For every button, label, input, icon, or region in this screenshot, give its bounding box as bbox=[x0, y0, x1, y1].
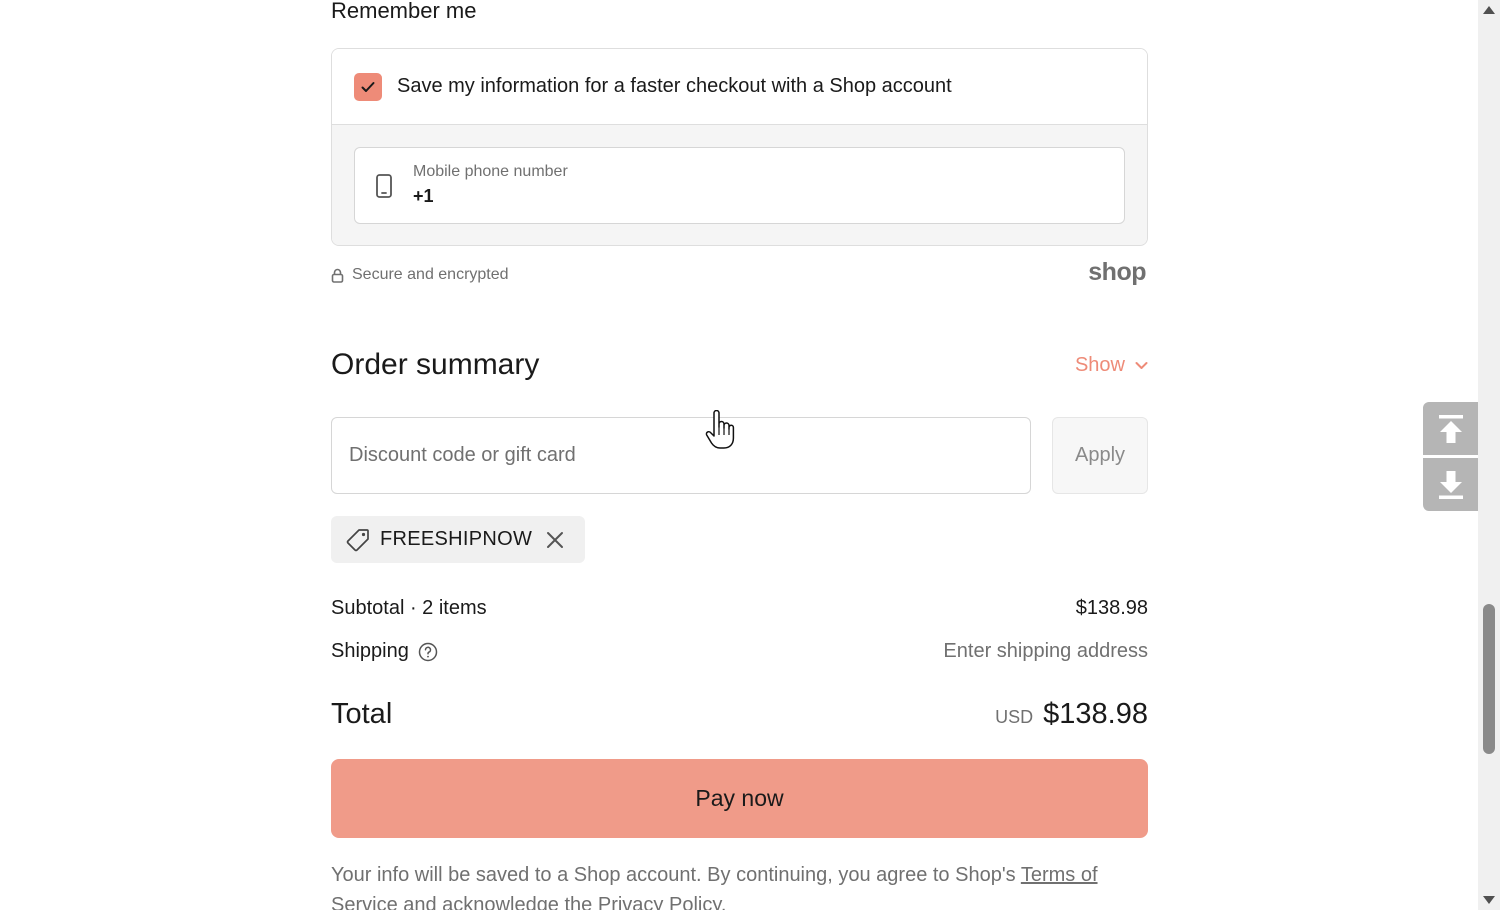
shipping-label: Shipping bbox=[331, 640, 409, 662]
hand-cursor-icon bbox=[705, 410, 735, 449]
total-label: Total bbox=[331, 698, 393, 730]
order-summary-title: Order summary bbox=[331, 348, 540, 381]
applied-discount-tag: FREESHIPNOW bbox=[331, 516, 585, 563]
pay-now-button[interactable]: Pay now bbox=[331, 759, 1148, 838]
phone-section: Mobile phone number +1 bbox=[332, 125, 1147, 245]
secure-notice: Secure and encrypted bbox=[331, 266, 509, 284]
scroll-up-arrow[interactable] bbox=[1483, 6, 1495, 14]
scroll-to-bottom-button[interactable] bbox=[1423, 458, 1478, 511]
mobile-phone-input[interactable]: +1 bbox=[413, 182, 568, 210]
help-circle-icon[interactable] bbox=[418, 642, 438, 662]
apply-discount-button[interactable]: Apply bbox=[1052, 417, 1148, 494]
remember-me-heading: Remember me bbox=[331, 0, 477, 23]
subtotal-row: Subtotal · 2 items $138.98 bbox=[331, 597, 1148, 620]
scroll-helper-buttons bbox=[1423, 402, 1478, 511]
subtotal-label: Subtotal · 2 items bbox=[331, 597, 487, 619]
order-summary-toggle[interactable]: Show bbox=[1075, 354, 1148, 377]
phone-icon bbox=[376, 173, 392, 198]
scrollbar-thumb[interactable] bbox=[1483, 604, 1495, 754]
save-info-label: Save my information for a faster checkou… bbox=[397, 75, 952, 97]
scroll-to-top-button[interactable] bbox=[1423, 402, 1478, 455]
arrow-up-to-line-icon bbox=[1438, 414, 1463, 443]
save-info-row[interactable]: Save my information for a faster checkou… bbox=[332, 49, 1147, 125]
secure-text: Secure and encrypted bbox=[352, 266, 509, 283]
scroll-down-arrow[interactable] bbox=[1483, 896, 1495, 904]
legal-text-after: . bbox=[720, 894, 727, 910]
legal-text-middle: and acknowledge the bbox=[397, 894, 598, 910]
save-info-checkbox[interactable] bbox=[354, 72, 382, 101]
arrow-down-to-line-icon bbox=[1438, 470, 1463, 499]
subtotal-value: $138.98 bbox=[1075, 597, 1148, 619]
shop-logo: shop bbox=[1088, 258, 1146, 286]
applied-discount-code: FREESHIPNOW bbox=[380, 528, 533, 550]
chevron-down-icon bbox=[1135, 362, 1148, 369]
mobile-phone-label: Mobile phone number bbox=[413, 162, 568, 180]
tag-icon bbox=[346, 528, 369, 551]
mobile-phone-field[interactable]: Mobile phone number +1 bbox=[354, 147, 1125, 224]
total-currency: USD bbox=[995, 707, 1034, 727]
legal-notice: Your info will be saved to a Shop accoun… bbox=[331, 860, 1148, 910]
shipping-row: Shipping Enter shipping address bbox=[331, 640, 1148, 663]
close-icon bbox=[547, 531, 564, 548]
shop-pay-box: Save my information for a faster checkou… bbox=[331, 48, 1148, 246]
remove-discount-button[interactable] bbox=[546, 531, 564, 549]
shipping-value: Enter shipping address bbox=[943, 640, 1148, 662]
lock-icon bbox=[331, 268, 344, 283]
order-summary-toggle-label: Show bbox=[1074, 354, 1125, 376]
privacy-policy-link[interactable]: Privacy Policy bbox=[598, 894, 721, 910]
total-row: Total USD $138.98 bbox=[331, 698, 1148, 731]
vertical-scrollbar[interactable] bbox=[1478, 0, 1500, 910]
total-value: $138.98 bbox=[1043, 698, 1148, 730]
legal-text-before: Your info will be saved to a Shop accoun… bbox=[331, 864, 1021, 886]
discount-code-input[interactable] bbox=[331, 417, 1031, 494]
check-icon bbox=[361, 81, 375, 92]
